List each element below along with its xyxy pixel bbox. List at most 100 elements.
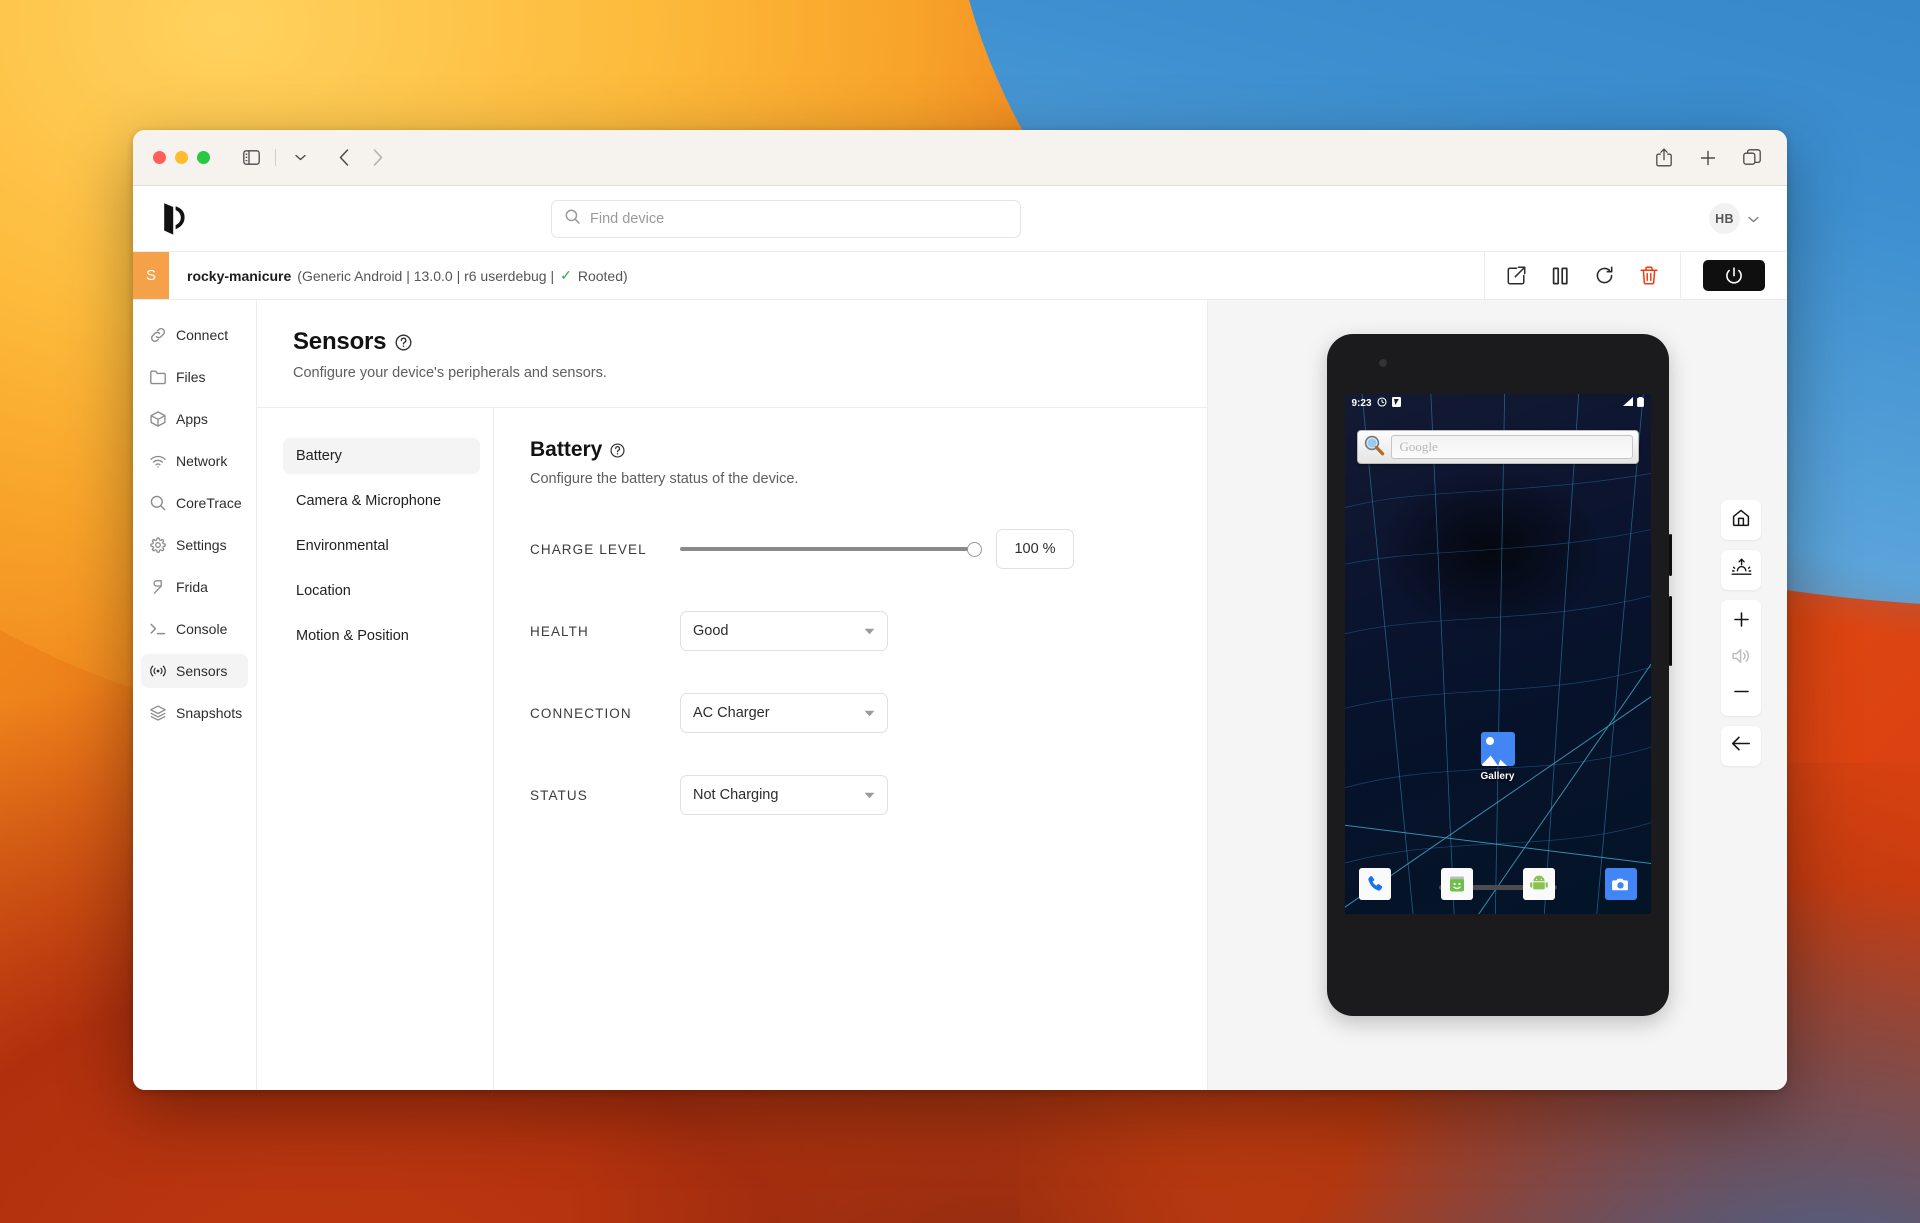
app-logo[interactable] [161, 202, 207, 236]
messaging-app-icon[interactable] [1440, 868, 1473, 900]
device-screen[interactable]: 9:23 Google Gallery [1344, 394, 1651, 914]
subnav-item-battery[interactable]: Battery [283, 438, 480, 474]
sidebar-item-apps[interactable]: Apps [141, 402, 248, 436]
chevron-down-icon[interactable] [285, 144, 315, 172]
health-value: Good [693, 623, 729, 639]
search-device-box[interactable] [551, 199, 1021, 238]
sidebar-item-files[interactable]: Files [141, 360, 248, 394]
sidebar-item-label: Settings [176, 537, 227, 553]
subnav-item-environmental[interactable]: Environmental [283, 528, 480, 564]
browser-window: HB S rocky-manicure (Generic Android | 1… [133, 130, 1787, 1090]
search-input[interactable] [590, 210, 1007, 227]
status-clock-icon [1376, 396, 1387, 410]
slider-handle[interactable] [967, 541, 982, 557]
trash-icon[interactable] [1640, 266, 1658, 285]
close-window-button[interactable] [153, 151, 166, 164]
subnav-item-camera-microphone[interactable]: Camera & Microphone [283, 483, 480, 519]
device-actions [1484, 252, 1680, 299]
subnav-item-label: Battery [296, 448, 342, 464]
help-circle-icon[interactable] [395, 334, 412, 351]
power-section [1680, 252, 1787, 299]
app-body: Connect Files Apps Network CoreTrace Set… [133, 300, 1787, 1090]
charge-level-slider[interactable] [680, 540, 982, 558]
volume-down-button[interactable] [1721, 680, 1761, 708]
maximize-window-button[interactable] [197, 151, 210, 164]
android-dock [1345, 868, 1651, 900]
main-content: Sensors Configure your device's peripher… [257, 300, 1207, 1090]
volume-controls [1721, 600, 1761, 716]
page-description: Configure your device's peripherals and … [293, 365, 607, 381]
sunrise-icon [1731, 558, 1752, 583]
minimize-window-button[interactable] [175, 151, 188, 164]
front-camera [1378, 359, 1387, 367]
charge-level-value[interactable]: 100 % [996, 529, 1074, 569]
subnav-item-label: Location [296, 583, 351, 599]
gallery-app-shortcut[interactable]: Gallery [1466, 732, 1530, 782]
google-search-widget[interactable]: Google [1356, 430, 1639, 464]
status-indicators [1622, 396, 1644, 410]
volume-indicator [1721, 644, 1761, 672]
phone-app-icon[interactable] [1358, 868, 1391, 900]
subnav-item-label: Camera & Microphone [296, 493, 442, 509]
sidebar-item-label: Network [176, 453, 228, 469]
refresh-icon[interactable] [1595, 266, 1614, 285]
android-status-bar: 9:23 [1345, 394, 1651, 412]
open-external-icon[interactable] [1507, 266, 1526, 285]
connection-select[interactable]: AC Charger [680, 693, 888, 733]
sidebar-item-network[interactable]: Network [141, 444, 248, 478]
device-details: (Generic Android | 13.0.0 | r6 userdebug… [297, 267, 555, 284]
sidebar-toggle-icon[interactable] [236, 144, 266, 172]
browser-titlebar [133, 130, 1787, 186]
sidebar-item-settings[interactable]: Settings [141, 528, 248, 562]
minus-icon [1733, 683, 1750, 705]
new-tab-icon[interactable] [1693, 144, 1723, 172]
device-badge: S [133, 252, 169, 299]
sidebar-item-coretrace[interactable]: CoreTrace [141, 486, 248, 520]
browser-nav-controls [236, 144, 393, 172]
subnav-item-location[interactable]: Location [283, 573, 480, 609]
folder-icon [150, 369, 166, 385]
sidebar-item-connect[interactable]: Connect [141, 318, 248, 352]
sidebar-item-frida[interactable]: Frida [141, 570, 248, 604]
sidebar-item-label: Files [176, 369, 206, 385]
device-preview-panel: 9:23 Google Gallery [1207, 300, 1787, 1090]
android-app-icon[interactable] [1522, 868, 1555, 900]
device-control-rail [1721, 500, 1761, 766]
camera-app-icon[interactable] [1604, 868, 1637, 900]
primary-sidebar: Connect Files Apps Network CoreTrace Set… [133, 300, 257, 1090]
frida-icon [150, 579, 166, 595]
device-rooted-label: Rooted) [577, 267, 628, 284]
gallery-app-label: Gallery [1480, 771, 1515, 782]
sidebar-item-sensors[interactable]: Sensors [141, 654, 248, 688]
volume-up-button[interactable] [1721, 608, 1761, 636]
pause-icon[interactable] [1552, 267, 1569, 285]
health-select[interactable]: Good [680, 611, 888, 651]
avatar[interactable]: HB [1709, 203, 1740, 234]
power-button[interactable] [1703, 260, 1765, 291]
share-icon[interactable] [1649, 144, 1679, 172]
forward-icon[interactable] [363, 144, 393, 172]
google-search-placeholder: Google [1390, 435, 1633, 459]
status-select[interactable]: Not Charging [680, 775, 888, 815]
chevron-down-icon[interactable] [1748, 210, 1759, 228]
sidebar-item-console[interactable]: Console [141, 612, 248, 646]
brightness-button[interactable] [1721, 550, 1761, 590]
sidebar-item-snapshots[interactable]: Snapshots [141, 696, 248, 730]
sidebar-item-label: Console [176, 621, 228, 637]
wallpaper-grid [1344, 394, 1651, 914]
back-icon[interactable] [329, 144, 359, 172]
profile-menu[interactable]: HB [1709, 203, 1759, 234]
help-circle-icon[interactable] [610, 442, 625, 458]
window-controls [153, 151, 210, 164]
chevron-down-icon [864, 787, 875, 803]
connection-row: CONNECTION AC Charger [530, 693, 1171, 733]
subnav-item-motion-position[interactable]: Motion & Position [283, 618, 480, 654]
status-label: STATUS [530, 787, 588, 803]
gear-icon [150, 537, 166, 553]
home-button[interactable] [1721, 500, 1761, 540]
desktop-wallpaper: HB S rocky-manicure (Generic Android | 1… [0, 0, 1920, 1223]
browser-actions [1649, 144, 1767, 172]
sidebar-item-label: Snapshots [176, 705, 243, 721]
show-tabs-icon[interactable] [1737, 144, 1767, 172]
back-button[interactable] [1721, 726, 1761, 766]
